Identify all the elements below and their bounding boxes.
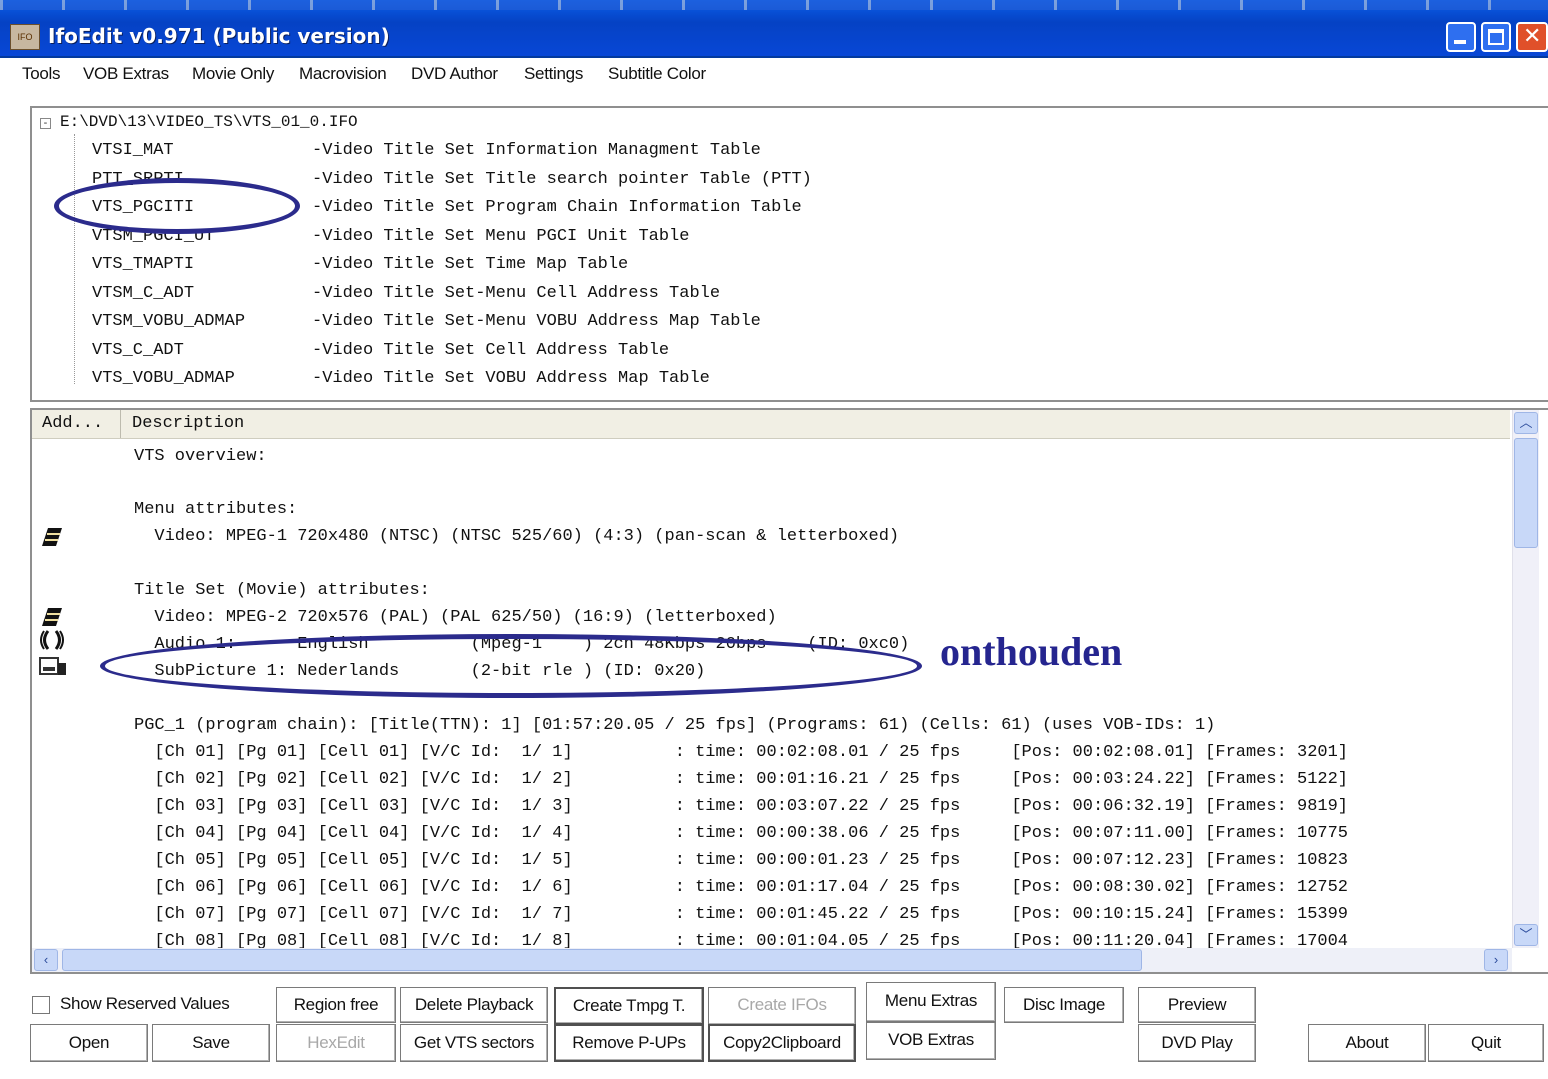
highlight-ellipse-subpicture — [100, 634, 922, 698]
region-free-button[interactable]: Region free — [276, 987, 396, 1023]
copy2clipboard-button[interactable]: Copy2Clipboard — [708, 1024, 856, 1062]
menu-subtitle-color[interactable]: Subtitle Color — [608, 64, 706, 84]
scroll-right-button[interactable]: › — [1484, 949, 1508, 971]
close-button[interactable]: ✕ — [1516, 22, 1548, 52]
scroll-down-button[interactable]: ﹀ — [1514, 924, 1538, 946]
menu-movie-only[interactable]: Movie Only — [192, 64, 274, 84]
tree-item-desc: -Video Title Set Time Map Table — [312, 255, 629, 274]
minimize-icon — [1454, 40, 1466, 44]
tree-root[interactable]: E:\DVD\13\VIDEO_TS\VTS_01_0.IFO — [60, 113, 358, 131]
disc-image-button[interactable]: Disc Image — [1004, 987, 1124, 1023]
list-line: Video: MPEG-2 720x576 (PAL) (PAL 625/50)… — [134, 608, 777, 627]
tree-item-desc: -Video Title Set Menu PGCI Unit Table — [312, 227, 690, 246]
list-line: [Ch 01] [Pg 01] [Cell 01] [V/C Id: 1/ 1]… — [134, 743, 1348, 762]
menu-vob-extras[interactable]: VOB Extras — [83, 64, 169, 84]
list-line: [Ch 04] [Pg 04] [Cell 04] [V/C Id: 1/ 4]… — [134, 824, 1348, 843]
list-line: [Ch 06] [Pg 06] [Cell 06] [V/C Id: 1/ 6]… — [134, 878, 1348, 897]
dvd-play-button[interactable]: DVD Play — [1138, 1024, 1256, 1062]
save-button[interactable]: Save — [152, 1024, 270, 1062]
column-divider[interactable] — [120, 410, 121, 438]
scroll-thumb-horizontal[interactable] — [62, 949, 1142, 971]
scroll-left-button[interactable]: ‹ — [34, 949, 58, 971]
tree-item-desc: -Video Title Set Cell Address Table — [312, 341, 670, 360]
maximize-button[interactable] — [1481, 22, 1511, 52]
menu-bar: Tools VOB Extras Movie Only Macrovision … — [0, 58, 1548, 90]
list-line: Title Set (Movie) attributes: — [134, 581, 430, 600]
ifo-app-icon[interactable]: IFO — [10, 24, 40, 50]
list-line: PGC_1 (program chain): [Title(TTN): 1] [… — [134, 716, 1216, 735]
scroll-thumb-vertical[interactable] — [1514, 438, 1538, 548]
show-reserved-checkbox[interactable] — [32, 996, 50, 1014]
highlight-ellipse-vts-pgciti — [54, 178, 300, 234]
ifo-tree-view[interactable] — [30, 106, 1548, 402]
title-bar-decoration — [0, 0, 1548, 10]
window-title: IfoEdit v0.971 (Public version) — [48, 24, 390, 48]
subpicture-icon — [38, 655, 66, 677]
tree-item-desc: -Video Title Set Information Managment T… — [312, 141, 761, 160]
delete-playback-button[interactable]: Delete Playback — [400, 987, 548, 1023]
list-line: [Ch 03] [Pg 03] [Cell 03] [V/C Id: 1/ 3]… — [134, 797, 1348, 816]
tree-item-name[interactable]: VTS_VOBU_ADMAP — [92, 369, 235, 388]
tree-item-name[interactable]: VTS_TMAPTI — [92, 255, 194, 274]
tree-item-desc: -Video Title Set Program Chain Informati… — [312, 198, 802, 217]
video-icon — [38, 606, 66, 628]
tree-collapse-icon[interactable]: - — [40, 118, 51, 129]
vob-extras-button[interactable]: VOB Extras — [866, 1022, 996, 1060]
tree-item-desc: -Video Title Set-Menu Cell Address Table — [312, 284, 721, 303]
tree-item-name[interactable]: VTSI_MAT — [92, 141, 174, 160]
list-line: Menu attributes: — [134, 500, 298, 519]
annotation-onthouden: onthouden — [940, 629, 1123, 674]
menu-dvd-author[interactable]: DVD Author — [411, 64, 498, 84]
tree-item-desc: -Video Title Set-Menu VOBU Address Map T… — [312, 312, 761, 331]
minimize-button[interactable] — [1446, 22, 1476, 52]
vertical-scrollbar[interactable]: ︿ ﹀ — [1512, 410, 1539, 948]
create-tmpg-button[interactable]: Create Tmpg T. — [554, 987, 704, 1025]
list-line: [Ch 05] [Pg 05] [Cell 05] [V/C Id: 1/ 5]… — [134, 851, 1348, 870]
video-icon — [38, 526, 66, 548]
remove-pups-button[interactable]: Remove P-UPs — [554, 1024, 704, 1062]
list-header: Add... Description — [32, 410, 1510, 439]
create-ifos-button[interactable]: Create IFOs — [708, 987, 856, 1025]
tree-item-desc: -Video Title Set VOBU Address Map Table — [312, 369, 710, 388]
maximize-icon — [1488, 29, 1504, 45]
column-header-description[interactable]: Description — [132, 414, 244, 433]
list-line: [Ch 08] [Pg 08] [Cell 08] [V/C Id: 1/ 8]… — [134, 932, 1348, 948]
about-button[interactable]: About — [1308, 1024, 1426, 1062]
audio-icon — [38, 628, 66, 650]
menu-macrovision[interactable]: Macrovision — [299, 64, 387, 84]
hexedit-button[interactable]: HexEdit — [276, 1024, 396, 1062]
tree-item-name[interactable]: VTS_C_ADT — [92, 341, 184, 360]
show-reserved-label[interactable]: Show Reserved Values — [60, 994, 230, 1014]
column-header-add[interactable]: Add... — [42, 414, 103, 433]
menu-extras-button[interactable]: Menu Extras — [866, 982, 996, 1022]
quit-button[interactable]: Quit — [1428, 1024, 1544, 1062]
close-icon: ✕ — [1523, 24, 1542, 49]
scroll-up-button[interactable]: ︿ — [1514, 412, 1538, 434]
horizontal-scrollbar[interactable]: ‹ › — [32, 948, 1512, 972]
open-button[interactable]: Open — [30, 1024, 148, 1062]
list-line: Video: MPEG-1 720x480 (NTSC) (NTSC 525/6… — [134, 527, 900, 546]
tree-item-name[interactable]: VTSM_C_ADT — [92, 284, 194, 303]
tree-item-name[interactable]: VTSM_VOBU_ADMAP — [92, 312, 245, 331]
list-line: [Ch 07] [Pg 07] [Cell 07] [V/C Id: 1/ 7]… — [134, 905, 1348, 924]
list-line: [Ch 02] [Pg 02] [Cell 02] [V/C Id: 1/ 2]… — [134, 770, 1348, 789]
tree-guide-line — [74, 134, 75, 384]
menu-tools[interactable]: Tools — [22, 64, 60, 84]
preview-button[interactable]: Preview — [1138, 987, 1256, 1023]
get-vts-sectors-button[interactable]: Get VTS sectors — [400, 1024, 548, 1062]
menu-settings[interactable]: Settings — [524, 64, 583, 84]
tree-item-desc: -Video Title Set Title search pointer Ta… — [312, 170, 812, 189]
list-line: VTS overview: — [134, 447, 267, 466]
